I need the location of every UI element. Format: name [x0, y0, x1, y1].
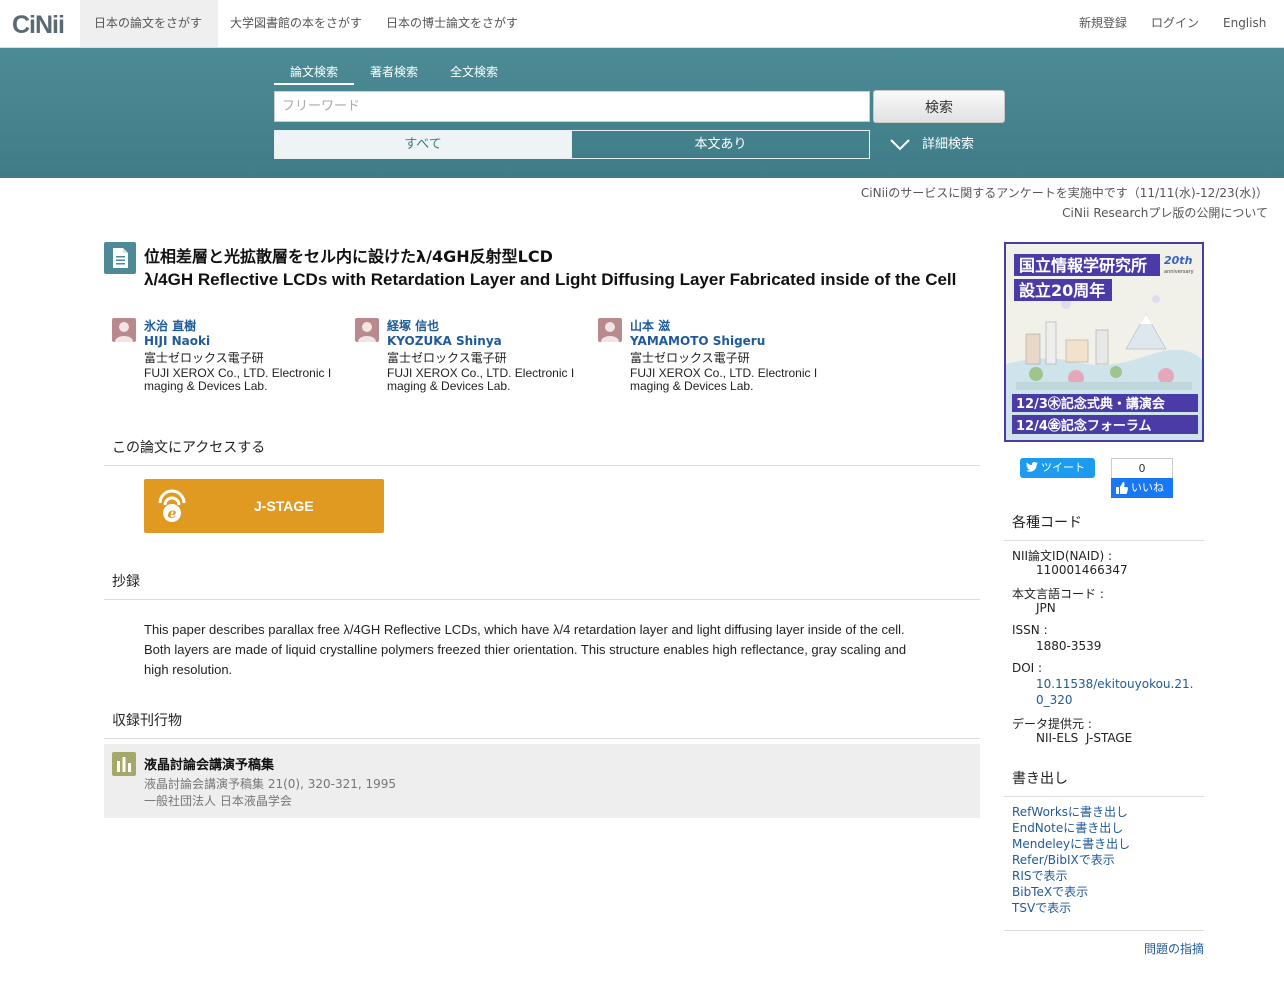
affiliation-ja: 富士ゼロックス電子研 — [387, 351, 507, 365]
jstage-button[interactable]: e J-STAGE — [144, 479, 384, 533]
search-button[interactable]: 検索 — [873, 90, 1005, 123]
login-link[interactable]: ログイン — [1151, 0, 1199, 47]
tweet-button[interactable]: ツイート — [1020, 458, 1095, 478]
export-heading: 書き出し — [1004, 768, 1204, 797]
facebook-like-button[interactable]: いいね — [1111, 478, 1173, 498]
export-bibtex-link[interactable]: BibTeXで表示 — [1012, 883, 1088, 900]
banner-badge-sub: anniversary — [1164, 269, 1194, 275]
nii-anniversary-banner[interactable]: 国立情報学研究所 設立20周年 20th anniversary 12/3㊍記念… — [1004, 242, 1204, 442]
affiliation-en: FUJI XEROX Co., LTD. Electronic Imaging … — [630, 366, 818, 393]
thumbs-up-icon — [1116, 482, 1128, 494]
export-ris-link[interactable]: RISで表示 — [1012, 867, 1068, 884]
journal-card: 液晶討論会講演予稿集 液晶討論会講演予稿集 21(0), 320-321, 19… — [104, 744, 980, 818]
chevron-down-icon — [890, 138, 910, 150]
journal-bar-chart-icon — [112, 752, 136, 776]
filter-all[interactable]: すべて — [274, 130, 572, 159]
affiliation-en: FUJI XEROX Co., LTD. Electronic Imaging … — [144, 366, 332, 393]
nav-tab-dissertations[interactable]: 日本の博士論文をさがす — [372, 0, 532, 47]
author-avatar-icon — [355, 318, 379, 342]
report-problem-link[interactable]: 問題の指摘 — [1144, 940, 1204, 957]
abstract-text: This paper describes parallax free λ/4GH… — [144, 622, 907, 677]
banner-badge: 20th — [1164, 254, 1193, 267]
search-input[interactable] — [274, 91, 870, 122]
journal-title[interactable]: 液晶討論会講演予稿集 — [144, 754, 274, 773]
tab-author-search[interactable]: 著者検索 — [354, 63, 434, 85]
article-title-ja: 位相差層と光拡散層をセル内に設けたλ/4GH反射型LCD — [144, 247, 553, 266]
filter-fulltext-available[interactable]: 本文あり — [571, 130, 870, 159]
top-navigation-bar: CiNii 日本の論文をさがす 大学図書館の本をさがす 日本の博士論文をさがす … — [0, 0, 1284, 48]
author-name-ja[interactable]: 山本 滋 — [630, 319, 765, 334]
code-value-language: JPN — [1036, 601, 1056, 615]
banner-line1: 国立情報学研究所 — [1019, 256, 1147, 275]
author-name-ja[interactable]: 氷治 直樹 — [144, 319, 210, 334]
code-value-issn: 1880-3539 — [1036, 639, 1102, 653]
nav-tab-books[interactable]: 大学図書館の本をさがす — [216, 0, 376, 47]
like-label: いいね — [1131, 481, 1164, 494]
export-mendeley-link[interactable]: Mendeleyに書き出し — [1012, 835, 1130, 852]
research-preview-notice[interactable]: CiNii Researchプレ版の公開について — [1062, 204, 1268, 221]
journal-publisher: 一般社団法人 日本液晶学会 — [144, 794, 292, 808]
english-link[interactable]: English — [1223, 0, 1266, 47]
advanced-search-toggle[interactable]: 詳細検索 — [890, 130, 974, 159]
cinii-logo[interactable]: CiNii — [12, 11, 65, 40]
code-value-source: NII-ELS J-STAGE — [1036, 731, 1133, 745]
journal-citation: 液晶討論会講演予稿集 21(0), 320-321, 1995 — [144, 777, 397, 791]
twitter-bird-icon — [1026, 461, 1038, 472]
access-heading: この論文にアクセスする — [104, 437, 980, 466]
author-avatar-icon — [112, 318, 136, 342]
author-affiliation: 富士ゼロックス電子研 FUJI XEROX Co., LTD. Electroni… — [630, 352, 820, 393]
author-name-ja[interactable]: 経塚 信也 — [387, 319, 502, 334]
jstage-e-icon: e — [158, 489, 186, 522]
tab-fulltext-search[interactable]: 全文検索 — [434, 63, 514, 85]
author-avatar-icon — [598, 318, 622, 342]
code-value-naid: 110001466347 — [1036, 563, 1128, 577]
doi-link[interactable]: 10.11538/ekitouyokou.21.0_320 — [1036, 676, 1196, 708]
document-icon — [104, 242, 136, 274]
author-affiliation: 富士ゼロックス電子研 FUJI XEROX Co., LTD. Electroni… — [144, 352, 334, 393]
journal-heading: 収録刊行物 — [104, 710, 980, 739]
logo-text[interactable]: CiNii — [12, 11, 65, 39]
codes-heading: 各種コード — [1004, 512, 1204, 541]
tab-article-search[interactable]: 論文検索 — [274, 63, 354, 85]
affiliation-ja: 富士ゼロックス電子研 — [144, 351, 264, 365]
code-label-doi: DOI : — [1012, 661, 1043, 675]
author-name-en[interactable]: KYOZUKA Shinya — [387, 334, 502, 349]
article-title-en: λ/4GH Reflective LCDs with Retardation L… — [144, 270, 957, 289]
register-link[interactable]: 新規登録 — [1079, 0, 1127, 47]
export-refer-link[interactable]: Refer/BibIXで表示 — [1012, 851, 1115, 868]
export-endnote-link[interactable]: EndNoteに書き出し — [1012, 819, 1123, 836]
nav-tab-papers[interactable]: 日本の論文をさがす — [80, 0, 218, 47]
affiliation-ja: 富士ゼロックス電子研 — [630, 351, 750, 365]
author-name[interactable]: 氷治 直樹 HIJI Naoki — [144, 319, 210, 349]
abstract-heading: 抄録 — [104, 571, 980, 600]
export-tsv-link[interactable]: TSVで表示 — [1012, 899, 1071, 916]
author-name-en[interactable]: YAMAMOTO Shigeru — [630, 334, 765, 349]
advanced-search-label: 詳細検索 — [922, 137, 975, 152]
export-refworks-link[interactable]: RefWorksに書き出し — [1012, 803, 1128, 820]
banner-event2: 12/4㊎記念フォーラム — [1016, 418, 1152, 434]
svg-text:e: e — [168, 506, 177, 522]
like-count: 0 — [1111, 458, 1173, 478]
search-panel: 論文検索 著者検索 全文検索 検索 すべて 本文あり 詳細検索 — [0, 48, 1284, 178]
author-name[interactable]: 経塚 信也 KYOZUKA Shinya — [387, 319, 502, 349]
sidebar-divider — [1004, 930, 1204, 931]
author-affiliation: 富士ゼロックス電子研 FUJI XEROX Co., LTD. Electroni… — [387, 352, 577, 393]
author-name-en[interactable]: HIJI Naoki — [144, 334, 210, 349]
survey-notice[interactable]: CiNiiのサービスに関するアンケートを実施中です（11/11(水)-12/23… — [861, 184, 1268, 201]
banner-line2: 設立20周年 — [1019, 281, 1105, 300]
jstage-label: J-STAGE — [254, 498, 314, 514]
author-name[interactable]: 山本 滋 YAMAMOTO Shigeru — [630, 319, 765, 349]
banner-event1: 12/3㊍記念式典・講演会 — [1016, 396, 1166, 412]
tweet-label: ツイート — [1041, 461, 1085, 474]
code-label-issn: ISSN : — [1012, 623, 1048, 637]
affiliation-en: FUJI XEROX Co., LTD. Electronic Imaging … — [387, 366, 575, 393]
